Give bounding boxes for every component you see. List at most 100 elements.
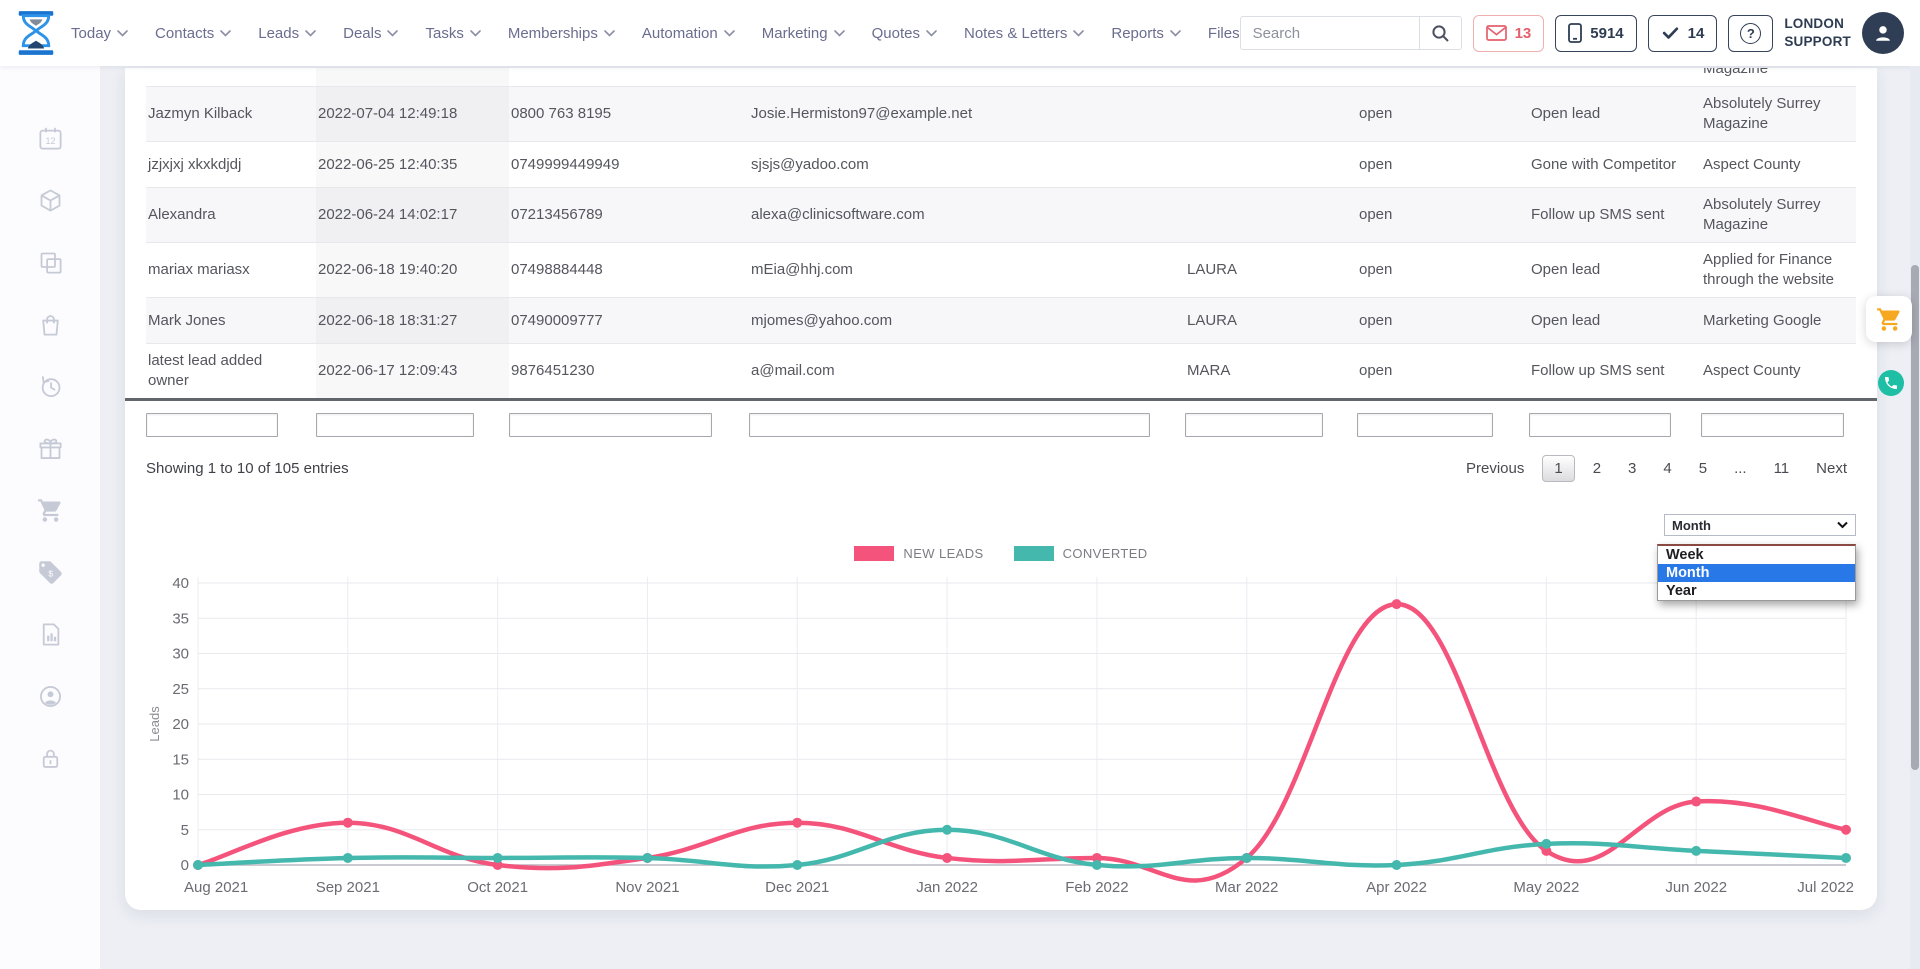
filter-input-7[interactable]	[1529, 413, 1671, 437]
page-button-4[interactable]: 4	[1654, 456, 1680, 481]
email-notifications-badge[interactable]: 13	[1473, 15, 1545, 52]
nav-item-deals[interactable]: Deals	[343, 25, 398, 42]
sidebar-item-lock[interactable]	[0, 730, 100, 792]
filter-input-8[interactable]	[1701, 413, 1844, 437]
svg-text:35: 35	[172, 610, 189, 627]
page-button-1[interactable]: 1	[1542, 455, 1574, 482]
lead-created-cell: 2022-06-18 18:31:27	[316, 298, 509, 343]
leads-panel: Otho Schulist2022-07-04 12:48:250247 020…	[125, 68, 1877, 910]
nav-item-files[interactable]: Files	[1208, 25, 1240, 42]
filter-input-1[interactable]	[146, 413, 278, 437]
search-icon	[1431, 24, 1450, 43]
filter-input-6[interactable]	[1357, 413, 1493, 437]
period-select[interactable]: Month	[1664, 514, 1856, 536]
tasks-done-badge[interactable]: 14	[1648, 15, 1718, 52]
lead-name-cell: Alexandra	[146, 198, 316, 232]
lead-status-cell: open	[1357, 148, 1529, 182]
filter-input-3[interactable]	[509, 413, 712, 437]
lead-source-cell: Aspect County	[1701, 354, 1856, 388]
lead-row[interactable]: mariax mariasx2022-06-18 19:40:200749888…	[146, 243, 1856, 298]
lead-row[interactable]: jzjxjxj xkxkdjdj2022-06-25 12:40:3507499…	[146, 142, 1856, 188]
lead-source-cell: Absolutely Surrey Magazine	[1701, 68, 1856, 86]
nav-item-notes-letters[interactable]: Notes & Letters	[964, 25, 1084, 42]
sms-notifications-badge[interactable]: 5914	[1555, 15, 1636, 52]
page-button-3[interactable]: 3	[1619, 456, 1645, 481]
nav-item-contacts[interactable]: Contacts	[155, 25, 231, 42]
previous-page-button[interactable]: Previous	[1457, 456, 1533, 481]
svg-text:Sep 2021: Sep 2021	[316, 879, 380, 896]
period-option-week[interactable]: Week	[1658, 546, 1855, 564]
legend-item-new-leads[interactable]: NEW LEADS	[854, 546, 983, 561]
svg-text:5: 5	[181, 822, 189, 839]
sidebar-item-copy[interactable]	[0, 234, 100, 296]
search-button[interactable]	[1419, 17, 1461, 49]
nav-item-memberships[interactable]: Memberships	[508, 25, 615, 42]
sidebar-item-gift[interactable]	[0, 420, 100, 482]
page-button-5[interactable]: 5	[1690, 456, 1716, 481]
period-option-month[interactable]: Month	[1658, 564, 1855, 582]
nav-item-leads[interactable]: Leads	[258, 25, 316, 42]
lead-row[interactable]: latest lead added owner2022-06-17 12:09:…	[146, 344, 1856, 398]
nav-item-quotes[interactable]: Quotes	[872, 25, 937, 42]
period-dropdown: WeekMonthYear	[1657, 544, 1856, 601]
lead-created-cell: 2022-06-25 12:40:35	[316, 142, 509, 187]
scrollbar-thumb[interactable]	[1911, 265, 1919, 770]
cart-fab[interactable]	[1866, 296, 1912, 342]
sidebar-item-shopping-cart[interactable]	[0, 482, 100, 544]
avatar[interactable]	[1862, 12, 1904, 54]
cart-icon	[1876, 306, 1903, 333]
filter-input-2[interactable]	[316, 413, 474, 437]
gift-icon	[37, 435, 64, 467]
filter-input-4[interactable]	[749, 413, 1150, 437]
page-button-11[interactable]: 11	[1765, 456, 1799, 481]
lead-stage-cell: Open lead	[1529, 253, 1701, 287]
lead-stage-cell: Follow up SMS sent	[1529, 198, 1701, 232]
sidebar-item-cube[interactable]	[0, 172, 100, 234]
lead-email-cell: mjomes@yahoo.com	[749, 304, 1185, 338]
lead-row[interactable]: Jazmyn Kilback2022-07-04 12:49:180800 76…	[146, 87, 1856, 142]
sidebar-item-shopping-bag[interactable]	[0, 296, 100, 358]
search-input[interactable]	[1241, 25, 1419, 42]
lead-status-cell: open	[1357, 253, 1529, 287]
lead-created-cell: 2022-06-18 19:40:20	[316, 243, 509, 297]
next-page-button[interactable]: Next	[1807, 456, 1856, 481]
svg-text:30: 30	[172, 646, 189, 663]
page-ellipsis: ...	[1725, 456, 1756, 481]
legend-item-converted[interactable]: CONVERTED	[1014, 546, 1148, 561]
lead-row[interactable]: Otho Schulist2022-07-04 12:48:250247 020…	[146, 68, 1856, 87]
legend-swatch	[1014, 546, 1054, 561]
lead-owner-cell	[1185, 107, 1357, 121]
filter-input-5[interactable]	[1185, 413, 1323, 437]
page-button-2[interactable]: 2	[1584, 456, 1610, 481]
entries-summary: Showing 1 to 10 of 105 entries	[146, 460, 349, 477]
lead-source-cell: Marketing Google	[1701, 304, 1856, 338]
app-logo[interactable]	[0, 10, 71, 56]
period-option-year[interactable]: Year	[1658, 582, 1855, 600]
help-button[interactable]: ?	[1728, 15, 1773, 52]
svg-text:0: 0	[181, 857, 189, 874]
sidebar-item-price-tag[interactable]: $	[0, 544, 100, 606]
nav-item-label: Automation	[642, 25, 718, 42]
nav-item-automation[interactable]: Automation	[642, 25, 735, 42]
sidebar-item-user-circle[interactable]	[0, 668, 100, 730]
sidebar: 12 $	[0, 66, 100, 969]
lead-row[interactable]: Mark Jones2022-06-18 18:31:2707490009777…	[146, 298, 1856, 344]
scrollbar[interactable]	[1910, 66, 1920, 969]
chevron-down-icon	[1837, 521, 1848, 529]
lead-row[interactable]: Alexandra2022-06-24 14:02:1707213456789a…	[146, 188, 1856, 243]
chevron-down-icon	[220, 30, 231, 37]
phone-fab[interactable]	[1878, 370, 1904, 396]
sidebar-item-report[interactable]	[0, 606, 100, 668]
legend-label: CONVERTED	[1063, 546, 1148, 561]
nav-item-today[interactable]: Today	[71, 25, 128, 42]
chevron-down-icon	[724, 30, 735, 37]
lead-created-cell: 2022-07-04 12:48:25	[316, 68, 509, 86]
sidebar-item-calendar[interactable]: 12	[0, 110, 100, 172]
nav-item-tasks[interactable]: Tasks	[425, 25, 480, 42]
nav-item-marketing[interactable]: Marketing	[762, 25, 845, 42]
svg-text:May 2022: May 2022	[1513, 879, 1579, 896]
nav-item-reports[interactable]: Reports	[1111, 25, 1181, 42]
lead-owner-cell: LAURA	[1185, 253, 1357, 287]
nav-item-label: Deals	[343, 25, 381, 42]
sidebar-item-history[interactable]	[0, 358, 100, 420]
